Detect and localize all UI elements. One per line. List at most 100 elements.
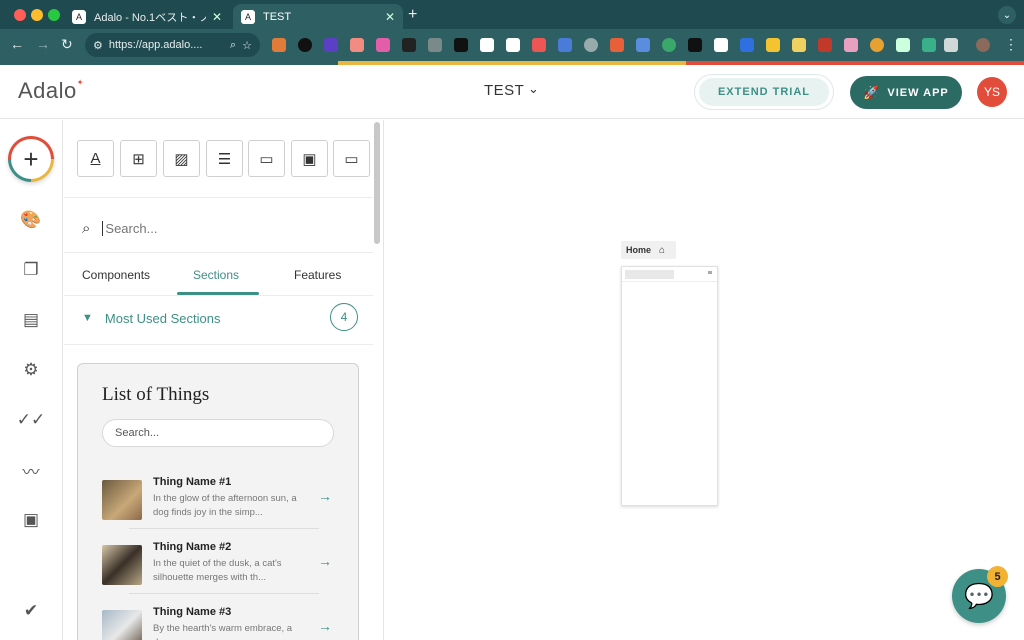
reload-icon[interactable]: ↻: [61, 36, 73, 53]
image-icon: ▨: [174, 150, 189, 168]
tab-components[interactable]: Components: [82, 268, 150, 282]
most-used-sections-toggle[interactable]: ▼ Most Used Sections: [82, 308, 362, 328]
chevron-down-icon: ▼: [82, 312, 93, 324]
preview-title: List of Things: [102, 384, 210, 405]
extension-icon[interactable]: [584, 38, 598, 52]
extension-icon[interactable]: [506, 38, 520, 52]
extension-icon[interactable]: [402, 38, 416, 52]
analytics-icon[interactable]: 〰: [20, 459, 42, 482]
adalo-favicon-icon: A: [241, 9, 255, 24]
home-screen[interactable]: [621, 266, 718, 506]
bookmark-star-icon[interactable]: ☆: [242, 39, 252, 52]
app-store-icon[interactable]: ▣: [20, 509, 42, 531]
close-tab-icon[interactable]: ✕: [212, 10, 222, 24]
screen-menu-icon: [708, 271, 712, 274]
dog-thumbnail: [102, 610, 142, 640]
rectangle-component-button[interactable]: ▭: [248, 140, 285, 177]
gear-icon[interactable]: ⚙: [20, 359, 42, 381]
publish-checks-icon[interactable]: ✓✓: [17, 409, 46, 431]
browser-menu-icon[interactable]: ⋮: [1004, 36, 1018, 53]
extension-icon[interactable]: [532, 38, 546, 52]
close-tab-icon[interactable]: ✕: [385, 10, 395, 24]
forward-icon[interactable]: →: [36, 36, 50, 52]
tab-sections[interactable]: Sections: [193, 268, 239, 282]
extension-icon[interactable]: [428, 38, 442, 52]
extension-icon[interactable]: [376, 38, 390, 52]
extension-icon[interactable]: [714, 38, 728, 52]
url-text: https://app.adalo....: [108, 39, 203, 51]
chevron-down-icon[interactable]: ⌄: [528, 81, 539, 97]
extension-icon[interactable]: [688, 38, 702, 52]
form-component-button[interactable]: ▣: [291, 140, 328, 177]
extension-icon[interactable]: [740, 38, 754, 52]
chat-icon: 💬: [964, 582, 994, 610]
extension-icon[interactable]: [766, 38, 780, 52]
divider: [64, 252, 373, 253]
rectangle-icon: ▭: [259, 150, 274, 168]
adalo-logo[interactable]: Adalo✦: [18, 78, 84, 104]
home-screen-label[interactable]: Home ⌂: [621, 241, 676, 259]
tab-search-icon[interactable]: ⌄: [998, 6, 1016, 24]
notification-badge: 5: [987, 566, 1008, 587]
browser-toolbar: ← → ↻ ⚙ https://app.adalo.... ⌕ ☆ ⋮: [0, 29, 1024, 61]
extension-icon[interactable]: [558, 38, 572, 52]
extension-icon[interactable]: [662, 38, 676, 52]
section-count-badge: 4: [330, 303, 358, 331]
profile-avatar-icon[interactable]: [976, 38, 990, 52]
zoom-window-button[interactable]: [48, 9, 60, 21]
new-tab-button[interactable]: +: [408, 6, 417, 24]
button-component-button[interactable]: ⊞: [120, 140, 157, 177]
arrow-right-icon: →: [318, 488, 332, 504]
window-icon: ▭: [344, 150, 359, 168]
tab-features[interactable]: Features: [294, 268, 341, 282]
components-panel: A ⊞ ▨ ☰ ▭ ▣ ▭ ⌕ Components Sections Feat…: [64, 120, 384, 640]
extension-icon[interactable]: [480, 38, 494, 52]
database-icon[interactable]: ▤: [20, 309, 42, 331]
zoom-icon[interactable]: ⌕: [230, 39, 236, 52]
extension-icon[interactable]: [792, 38, 806, 52]
extension-icon[interactable]: [844, 38, 858, 52]
divider: [64, 295, 373, 296]
extension-icon[interactable]: [636, 38, 650, 52]
back-icon[interactable]: ←: [10, 36, 24, 52]
list-of-things-section-card[interactable]: List of Things Search... Thing Name #1 I…: [77, 363, 359, 640]
screen-component-button[interactable]: ▭: [333, 140, 370, 177]
item-desc: In the glow of the afternoon sun, a dog …: [153, 493, 297, 518]
user-avatar[interactable]: YS: [977, 77, 1007, 107]
text-component-button[interactable]: A: [77, 140, 114, 177]
arrow-right-icon: →: [318, 618, 332, 634]
site-info-icon[interactable]: ⚙: [93, 39, 103, 52]
extension-icon[interactable]: [454, 38, 468, 52]
home-icon: ⌂: [659, 244, 666, 256]
extension-icon[interactable]: [896, 38, 910, 52]
browser-tab-adalo[interactable]: A Adalo - No.1ベスト・ノーコードアプリ開発ツール ✕: [64, 4, 230, 29]
verified-badge-icon[interactable]: ✔: [20, 600, 42, 622]
search-input[interactable]: [102, 220, 323, 236]
extend-trial-button[interactable]: EXTEND TRIAL: [694, 74, 834, 110]
extension-icon[interactable]: [818, 38, 832, 52]
adalo-favicon-icon: A: [72, 9, 86, 24]
view-app-button[interactable]: 🚀 VIEW APP: [850, 76, 962, 109]
extension-icon[interactable]: [870, 38, 884, 52]
browser-tab-bar: A Adalo - No.1ベスト・ノーコードアプリ開発ツール ✕ A TEST…: [0, 0, 1024, 29]
screens-icon[interactable]: ❐: [20, 259, 42, 281]
extension-icon[interactable]: [298, 38, 312, 52]
text-icon: A: [90, 150, 101, 167]
close-window-button[interactable]: [14, 9, 26, 21]
plus-icon: +: [11, 139, 51, 179]
browser-tab-test[interactable]: A TEST ✕: [233, 4, 403, 29]
extension-icon[interactable]: [922, 38, 936, 52]
app-name[interactable]: TEST: [484, 82, 524, 99]
address-bar[interactable]: ⚙ https://app.adalo.... ⌕ ☆: [85, 33, 260, 57]
extension-icon[interactable]: [350, 38, 364, 52]
palette-icon[interactable]: 🎨: [20, 209, 42, 231]
list-component-button[interactable]: ☰: [206, 140, 243, 177]
minimize-window-button[interactable]: [31, 9, 43, 21]
extension-icon[interactable]: [272, 38, 286, 52]
extension-icon[interactable]: [610, 38, 624, 52]
panel-scrollbar[interactable]: [374, 122, 380, 244]
image-component-button[interactable]: ▨: [163, 140, 200, 177]
add-component-button[interactable]: +: [8, 136, 54, 182]
extension-icon[interactable]: [324, 38, 338, 52]
extensions-puzzle-icon[interactable]: [944, 38, 958, 52]
